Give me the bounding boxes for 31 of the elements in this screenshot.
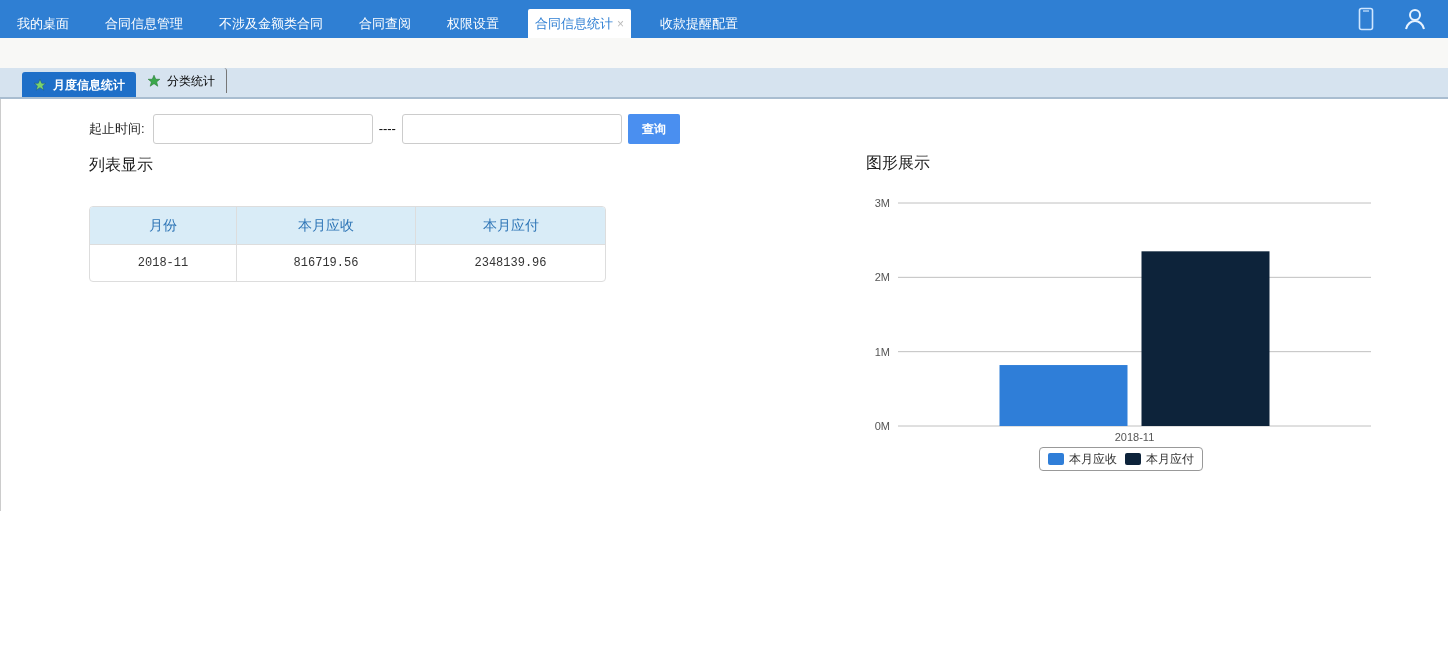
y-axis-label: 0M — [874, 420, 890, 432]
legend-label: 本月应付 — [1146, 451, 1194, 468]
nav-tab[interactable]: 合同信息管理 — [98, 9, 190, 38]
table-cell: 816719.56 — [236, 244, 415, 281]
graph-title: 图形展示 — [866, 153, 931, 173]
nav-tab[interactable]: 权限设置 — [440, 9, 506, 38]
y-axis-label: 3M — [874, 197, 890, 209]
mobile-phone-icon[interactable] — [1358, 7, 1374, 31]
column-header: 本月应收 — [236, 207, 415, 244]
date-separator: ---- — [378, 120, 396, 139]
table-cell: 2348139.96 — [415, 244, 605, 281]
user-icon[interactable] — [1404, 8, 1426, 30]
end-date-field[interactable] — [401, 114, 622, 144]
y-axis-label: 1M — [874, 345, 890, 358]
start-date-field[interactable] — [152, 114, 373, 144]
table-cell: 2018-11 — [90, 244, 236, 281]
nav-tab[interactable]: 收款提醒配置 — [653, 9, 745, 38]
query-button[interactable]: 查询 — [627, 114, 680, 144]
sub-tab[interactable]: 月度信息统计 — [22, 72, 136, 97]
sub-tab[interactable]: 分类统计 — [136, 68, 227, 93]
x-axis-label: 2018-11 — [1114, 431, 1155, 443]
nav-tab[interactable]: 合同信息统计 × — [528, 9, 631, 38]
legend-label: 本月应收 — [1069, 451, 1117, 468]
nav-tab[interactable]: 我的桌面 — [10, 9, 76, 38]
list-title: 列表显示 — [89, 155, 154, 175]
column-header: 月份 — [90, 207, 236, 244]
y-axis-label: 2M — [874, 271, 890, 284]
nav-tab[interactable]: 不涉及金额类合同 — [212, 9, 330, 38]
date-range-label: 起止时间: — [89, 120, 145, 139]
column-header: 本月应付 — [415, 207, 605, 244]
nav-tab[interactable]: 合同查阅 — [352, 9, 418, 38]
